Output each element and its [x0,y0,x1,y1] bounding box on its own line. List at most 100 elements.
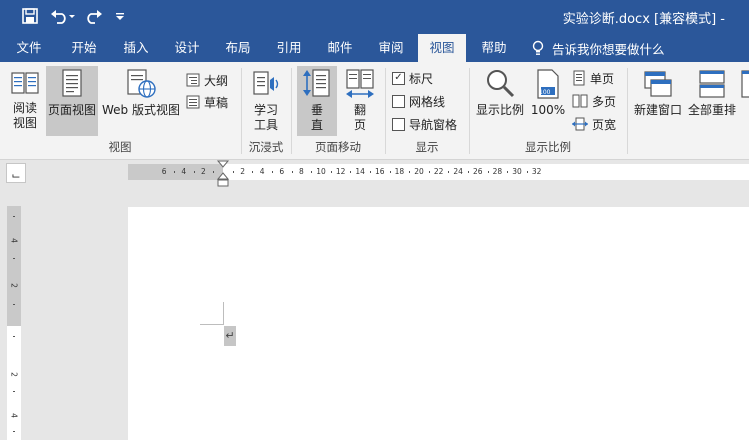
save-button[interactable] [18,4,42,28]
tab-home[interactable]: 开始 [60,34,108,62]
ruler-tick-mark [291,171,293,173]
read-mode-label-2: 视图 [12,116,37,130]
ruler-tick-label: 14 [355,167,365,176]
customize-qat-button[interactable] [112,4,128,28]
one-page-button[interactable]: 单页 [572,68,614,88]
ruler-tick-mark [213,171,215,173]
ruler-tick-mark [350,171,352,173]
vertical-ruler-tick-mark [13,304,15,305]
zoom-100-button[interactable]: 100 100% [530,66,566,136]
margin-corner-mark [223,302,224,325]
multiple-pages-button[interactable]: 多页 [572,91,616,111]
ruler-tick-label: 18 [394,167,405,176]
side-to-side-label-1: 翻 [353,103,366,117]
ruler-tick-label: 2 [240,167,245,176]
redo-button[interactable] [82,4,106,28]
ruler-left-margin [128,164,223,180]
side-to-side-icon [346,69,374,98]
page-width-button[interactable]: 页宽 [572,114,616,134]
nav-pane-label: 导航窗格 [409,117,458,132]
tab-help[interactable]: 帮助 [470,34,518,62]
save-icon [22,8,38,24]
tab-selector-button[interactable]: ⌙ [6,163,26,183]
indent-markers[interactable] [216,160,230,188]
show-group-label: 显示 [415,140,439,154]
page-movement-group-label: 页面移动 [315,140,361,154]
tab-view[interactable]: 视图 [418,34,466,62]
vertical-ruler-tick-label: 2 [9,283,19,288]
draft-button[interactable]: 草稿 [186,92,228,112]
ribbon-tab-bar: 文件 开始 插入 设计 布局 引用 邮件 审阅 视图 帮助 告诉我你想要做什么 [0,34,749,62]
magnifier-icon [487,70,515,98]
split-window-icon [741,70,749,98]
nav-pane-checkbox[interactable]: 导航窗格 [392,114,457,134]
ruler-tick-mark [428,171,430,173]
vertical-ruler[interactable]: 4 2 2 4 [7,206,21,440]
vertical-button[interactable]: 垂 直 [297,66,337,136]
print-layout-icon [62,69,82,97]
split-button-partial[interactable] [740,68,749,128]
vertical-ruler-top-margin [7,206,21,326]
learning-tools-button[interactable]: 学习 工具 [246,66,286,136]
draft-icon [186,95,200,109]
read-mode-button[interactable]: 阅读 视图 [6,66,44,136]
views-group-label: 视图 [108,140,132,154]
side-to-side-button[interactable]: 翻 页 [340,66,380,136]
new-window-button[interactable]: 新建窗口 [631,66,685,136]
ruler-tick-mark [311,171,313,173]
tab-insert[interactable]: 插入 [112,34,160,62]
horizontal-ruler-row: ⌙ 6 4 2 2 4 6 8 10 12 14 16 18 20 22 24 26 28 30 32 [0,160,749,188]
tab-mailings[interactable]: 邮件 [316,34,364,62]
gridlines-checkbox[interactable]: 网格线 [392,91,445,111]
draft-label: 草稿 [204,95,229,110]
ruler-tick-mark [193,171,195,173]
tab-layout[interactable]: 布局 [214,34,262,62]
ruler-tick-mark [252,171,254,173]
ruler-tick-label: 2 [201,167,206,176]
multiple-pages-icon [572,94,588,108]
one-page-icon [573,70,585,86]
ruler-tick-label: 30 [512,167,522,176]
document-page[interactable]: ↵ [128,207,749,440]
ruler-tick-label: 10 [316,167,326,176]
nav-pane-check-box[interactable] [392,117,405,131]
ruler-check-box[interactable]: ✓ [392,71,405,85]
ruler-tick-mark [409,171,411,173]
zoom-button[interactable]: 显示比例 [474,66,526,136]
vertical-label-1: 垂 [310,103,323,117]
web-layout-label: Web 版式视图 [102,103,180,117]
outline-button[interactable]: 大纲 [186,70,228,90]
tab-references[interactable]: 引用 [265,34,313,62]
gridlines-label: 网格线 [409,94,446,109]
zoom-100-label: 100% [530,103,566,117]
margin-corner-mark [200,324,223,325]
vertical-scroll-icon [303,69,330,97]
web-layout-button[interactable]: Web 版式视图 [101,66,181,136]
tab-review[interactable]: 审阅 [367,34,415,62]
tab-design[interactable]: 设计 [163,34,211,62]
gridlines-check-box[interactable] [392,94,405,108]
ruler-tick-mark [389,171,391,173]
title-bar: 实验诊断.docx [兼容模式] - [0,0,749,34]
arrange-all-label: 全部重排 [687,103,736,117]
vertical-ruler-tick-mark [13,216,15,217]
undo-icon [51,10,75,24]
group-separator [627,68,628,154]
ruler-tick-mark [468,171,469,173]
ruler-label: 标尺 [409,71,434,86]
immersive-group-label: 沉浸式 [248,140,284,154]
print-layout-button[interactable]: 页面视图 [46,66,98,136]
tab-file[interactable]: 文件 [6,34,52,62]
ruler-checkbox[interactable]: ✓ 标尺 [392,68,433,88]
outline-label: 大纲 [204,73,229,88]
zoom-group-label: 显示比例 [525,140,571,154]
arrange-all-button[interactable]: 全部重排 [686,66,738,136]
undo-button[interactable] [48,4,78,28]
read-mode-label-1: 阅读 [12,101,37,115]
new-window-icon [644,71,672,97]
print-layout-label: 页面视图 [47,103,96,117]
ruler-tick-label: 4 [181,167,187,176]
ruler-tick-label: 28 [492,167,503,176]
learning-tools-icon [253,71,279,95]
tell-me-box[interactable]: 告诉我你想要做什么 [532,34,665,62]
